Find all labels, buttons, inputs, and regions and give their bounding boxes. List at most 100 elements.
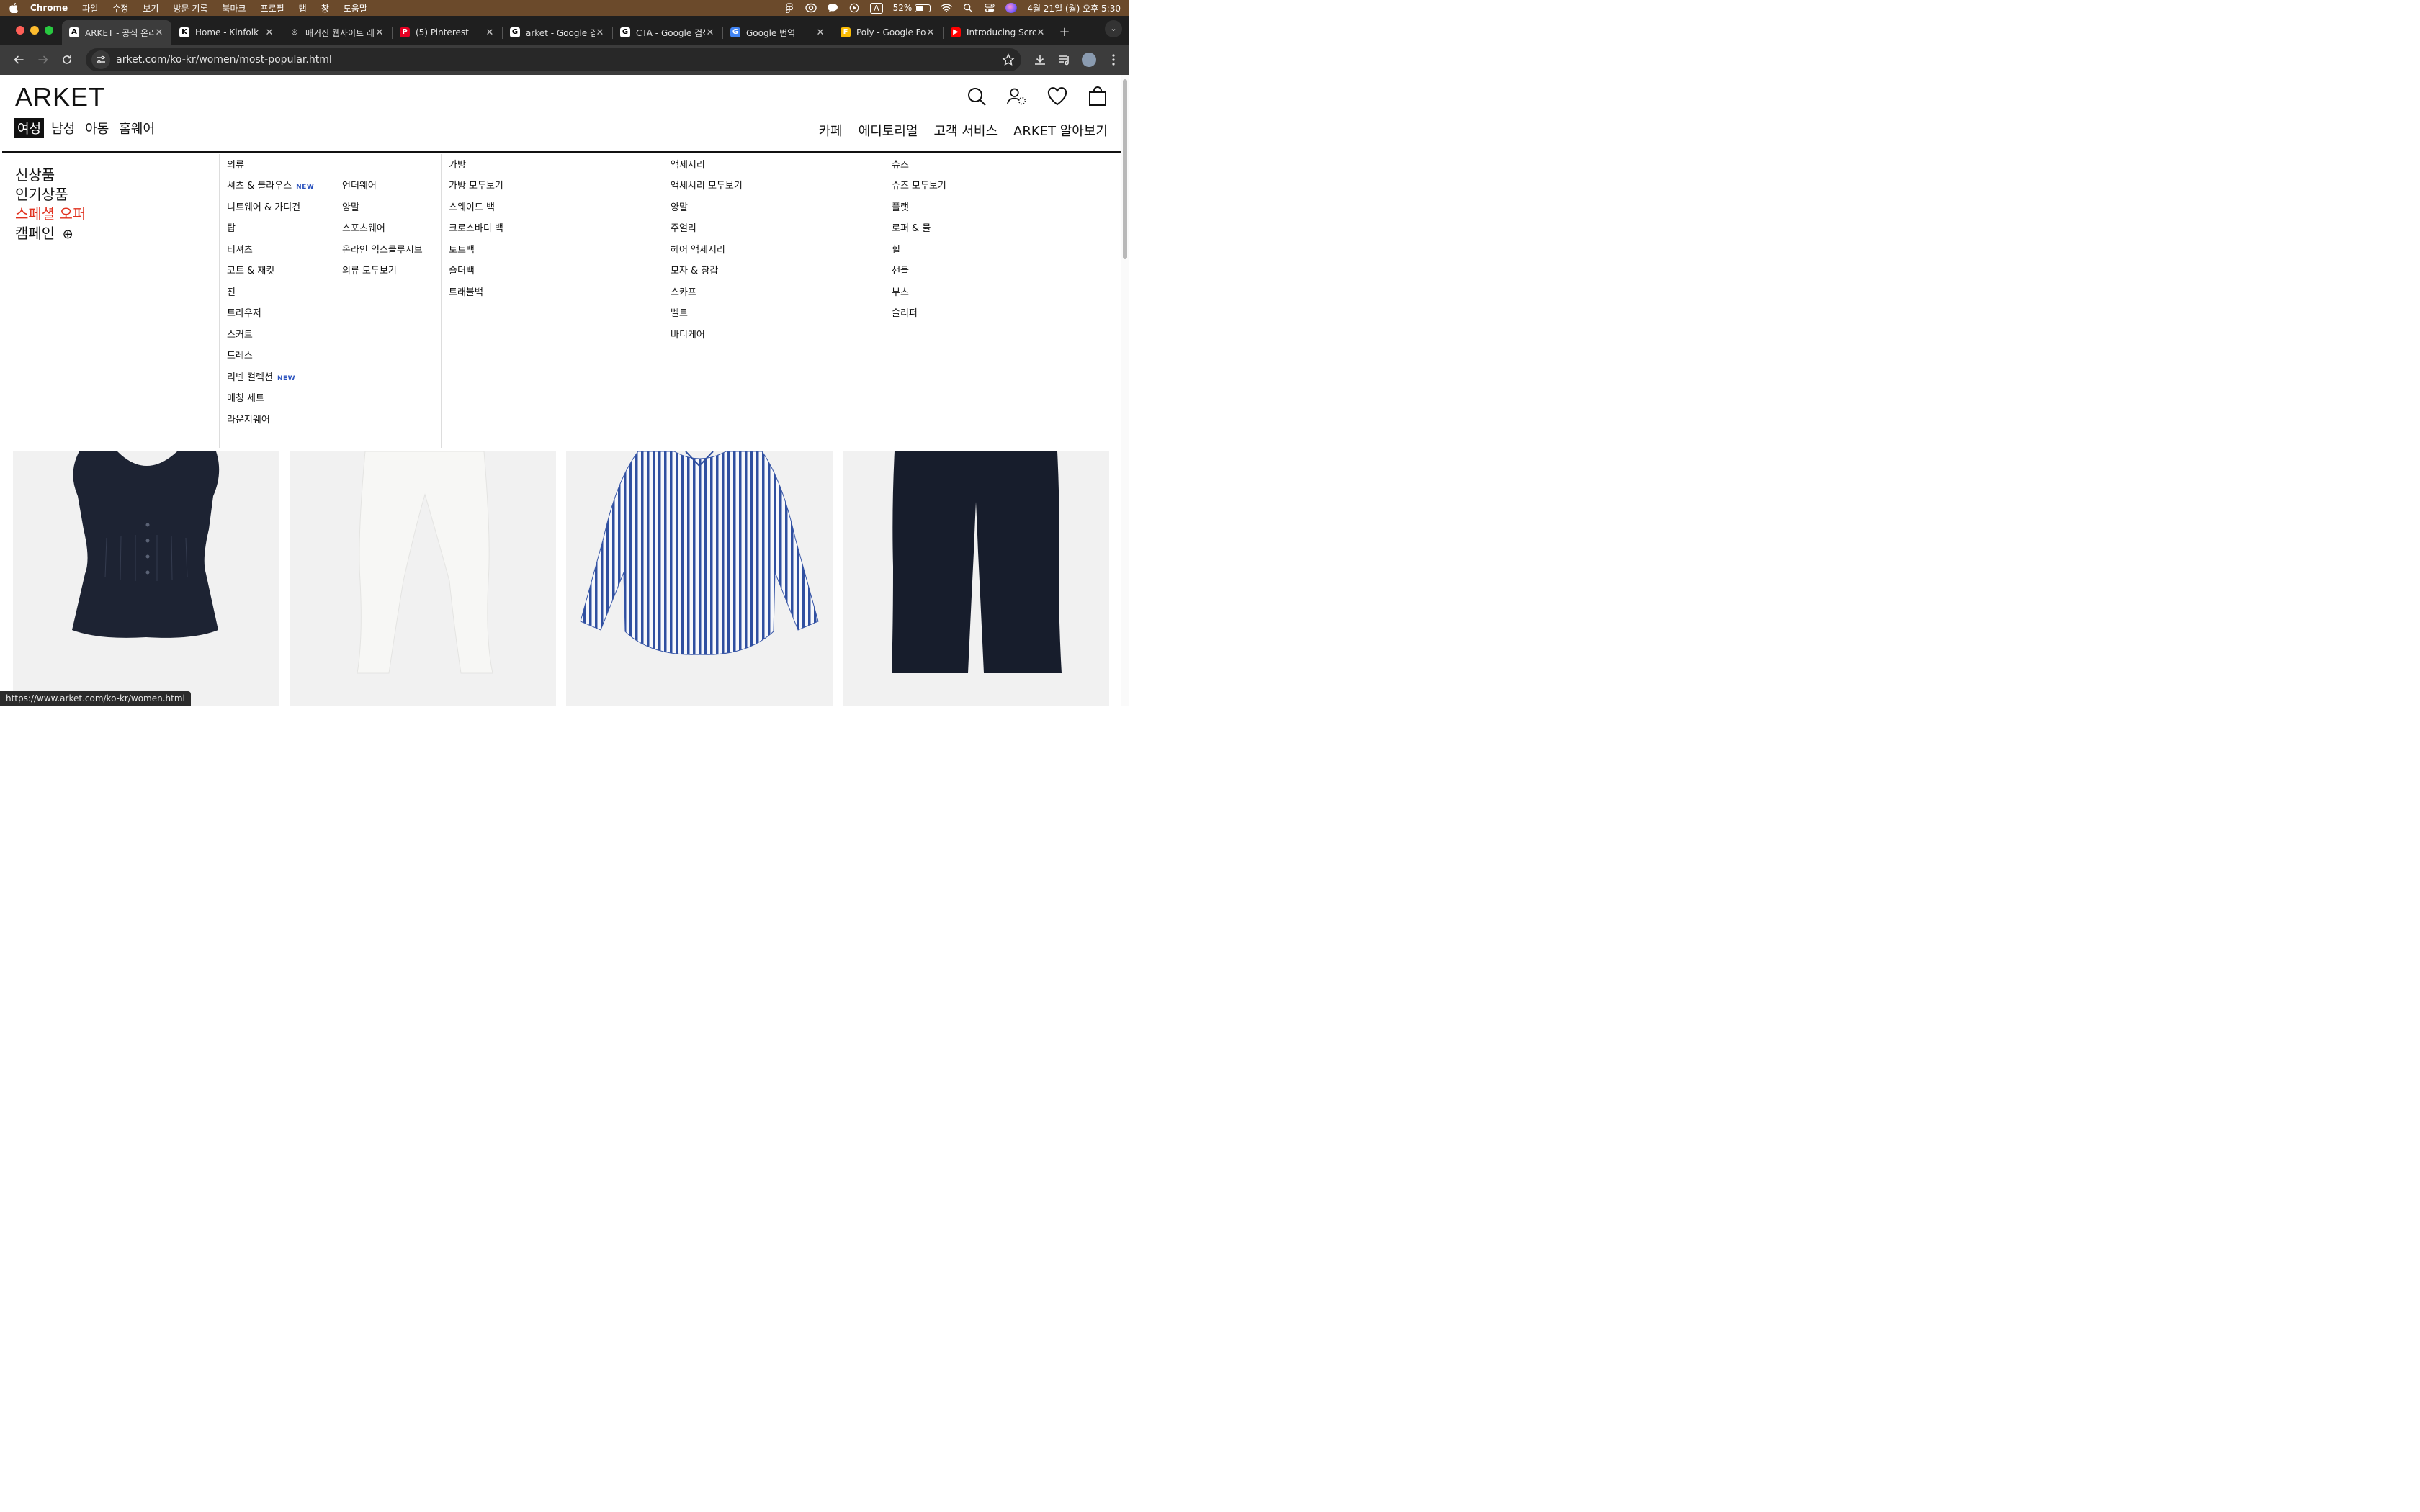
more-menu-icon[interactable] (1106, 53, 1121, 67)
back-button[interactable] (9, 50, 29, 70)
profile-avatar[interactable] (1082, 53, 1097, 67)
browser-tab[interactable]: A ARKET - 공식 온라인✕ (62, 20, 171, 45)
creative-cloud-icon[interactable] (805, 3, 817, 13)
menu-file[interactable]: 파일 (82, 2, 98, 14)
nav-about-arket[interactable]: ARKET 알아보기 (1013, 121, 1108, 140)
menu-link[interactable]: 헤어 액세서리 (671, 244, 743, 266)
menu-link[interactable]: 크로스바디 백 (449, 222, 503, 244)
browser-tab[interactable]: K Home - Kinfolk ✕ (172, 20, 282, 45)
menu-link[interactable]: 벨트 (671, 307, 743, 329)
menu-link[interactable]: 액세서리 모두보기 (671, 180, 743, 202)
menu-heading-clothing[interactable]: 의류 (227, 159, 314, 180)
reading-list-icon[interactable] (1057, 53, 1072, 67)
search-icon[interactable] (967, 86, 987, 107)
menu-heading-bags[interactable]: 가방 (449, 159, 503, 180)
browser-tab[interactable]: G CTA - Google 검색 ✕ (613, 20, 723, 45)
url-text[interactable]: arket.com/ko-kr/women/most-popular.html (116, 54, 1001, 66)
new-tab-button[interactable]: + (1054, 20, 1075, 45)
menu-link[interactable]: 스카프 (671, 287, 743, 308)
menu-link[interactable]: 탑 (227, 222, 314, 244)
menu-link[interactable]: 온라인 익스클루시브 (342, 244, 423, 266)
close-tab-icon[interactable]: ✕ (595, 27, 605, 38)
close-tab-icon[interactable]: ✕ (264, 27, 274, 38)
menu-link[interactable]: 진 (227, 287, 314, 308)
menu-link[interactable]: 의류 모두보기 (342, 265, 423, 287)
menu-link[interactable]: 니트웨어 & 가디건 (227, 202, 314, 223)
category-home[interactable]: 홈웨어 (116, 118, 158, 138)
menu-app-name[interactable]: Chrome (30, 3, 68, 13)
spotlight-search-icon[interactable] (962, 3, 974, 13)
zoom-window-button[interactable] (45, 26, 53, 35)
menu-view[interactable]: 보기 (143, 2, 158, 14)
play-circle-icon[interactable] (848, 3, 860, 13)
menu-link[interactable]: 드레스 (227, 350, 314, 372)
figma-icon[interactable] (784, 3, 795, 13)
browser-tab[interactable]: F Poly - Google Fonts✕ (833, 20, 944, 45)
battery-status[interactable]: 52% (893, 3, 931, 13)
menu-link[interactable]: 스커트 (227, 329, 314, 351)
product-card[interactable] (290, 451, 556, 706)
address-bar[interactable]: arket.com/ko-kr/women/most-popular.html (86, 48, 1022, 71)
menu-link[interactable]: 주얼리 (671, 222, 743, 244)
account-loading-icon[interactable] (1007, 86, 1027, 107)
chat-bubble-icon[interactable] (827, 3, 838, 13)
nav-editorial[interactable]: 에디토리얼 (859, 121, 918, 140)
menu-heading-accessories[interactable]: 액세서리 (671, 159, 743, 180)
tab-search-button[interactable]: ⌄ (1105, 20, 1122, 37)
browser-tab[interactable]: Garket - Google 검색✕ (503, 20, 613, 45)
menu-heading-shoes[interactable]: 슈즈 (892, 159, 946, 180)
menu-edit[interactable]: 수정 (112, 2, 128, 14)
link-campaign[interactable]: 캠페인 ⊕ (15, 224, 86, 244)
menu-link[interactable]: 트라우저 (227, 307, 314, 329)
forward-button[interactable] (33, 50, 53, 70)
close-tab-icon[interactable]: ✕ (485, 27, 495, 38)
menu-link[interactable]: 슈즈 모두보기 (892, 180, 946, 202)
product-card[interactable] (843, 451, 1109, 706)
menu-link[interactable]: 언더웨어 (342, 180, 423, 202)
menu-link[interactable]: 토트백 (449, 244, 503, 266)
menu-link[interactable]: 양말 (342, 202, 423, 223)
menu-bookmarks[interactable]: 북마크 (222, 2, 246, 14)
menu-link[interactable]: 모자 & 장갑 (671, 265, 743, 287)
close-tab-icon[interactable]: ✕ (1036, 27, 1046, 38)
control-center-icon[interactable] (984, 3, 995, 13)
close-tab-icon[interactable]: ✕ (154, 27, 164, 38)
product-card[interactable] (566, 451, 833, 706)
close-tab-icon[interactable]: ✕ (375, 27, 385, 38)
apple-icon[interactable] (9, 3, 19, 13)
category-women[interactable]: 여성 (14, 118, 45, 138)
link-special-offer[interactable]: 스페셜 오퍼 (15, 204, 86, 224)
product-card[interactable] (13, 451, 279, 706)
menu-link[interactable]: 트래블백 (449, 287, 503, 308)
menu-link[interactable]: 숄더백 (449, 265, 503, 287)
reload-button[interactable] (57, 50, 77, 70)
shopping-bag-icon[interactable] (1088, 86, 1108, 107)
menu-window[interactable]: 창 (321, 2, 329, 14)
category-kids[interactable]: 아동 (82, 118, 112, 138)
menu-link[interactable]: 슬리퍼 (892, 307, 946, 329)
category-men[interactable]: 남성 (48, 118, 78, 138)
nav-cafe[interactable]: 카페 (819, 121, 843, 140)
menu-link[interactable]: 리넨 컬렉션 NEW (227, 372, 314, 393)
menu-profile[interactable]: 프로필 (261, 2, 284, 14)
wishlist-heart-icon[interactable] (1047, 86, 1067, 107)
browser-tab[interactable]: ▶ Introducing Scroll ✕ (944, 20, 1053, 45)
site-info-button[interactable] (91, 50, 111, 69)
wifi-icon[interactable] (941, 3, 953, 13)
menu-link[interactable]: 부츠 (892, 287, 946, 308)
close-tab-icon[interactable]: ✕ (926, 27, 936, 38)
menu-help[interactable]: 도움말 (344, 2, 367, 14)
browser-tab[interactable]: G Google 번역 ✕ (723, 20, 833, 45)
arket-logo[interactable]: ARKET (15, 82, 105, 112)
nav-customer-service[interactable]: 고객 서비스 (934, 121, 998, 140)
close-tab-icon[interactable]: ✕ (815, 27, 825, 38)
input-source-indicator[interactable]: A (870, 2, 883, 14)
menu-link[interactable]: 로퍼 & 뮬 (892, 222, 946, 244)
menu-link[interactable]: 매칭 세트 (227, 392, 314, 414)
menu-link[interactable]: 스포츠웨어 (342, 222, 423, 244)
minimize-window-button[interactable] (30, 26, 39, 35)
menu-history[interactable]: 방문 기록 (173, 2, 207, 14)
link-most-popular[interactable]: 인기상품 (15, 185, 86, 204)
bookmark-star-icon[interactable] (1001, 53, 1016, 66)
menu-link[interactable]: 티셔츠 (227, 244, 314, 266)
